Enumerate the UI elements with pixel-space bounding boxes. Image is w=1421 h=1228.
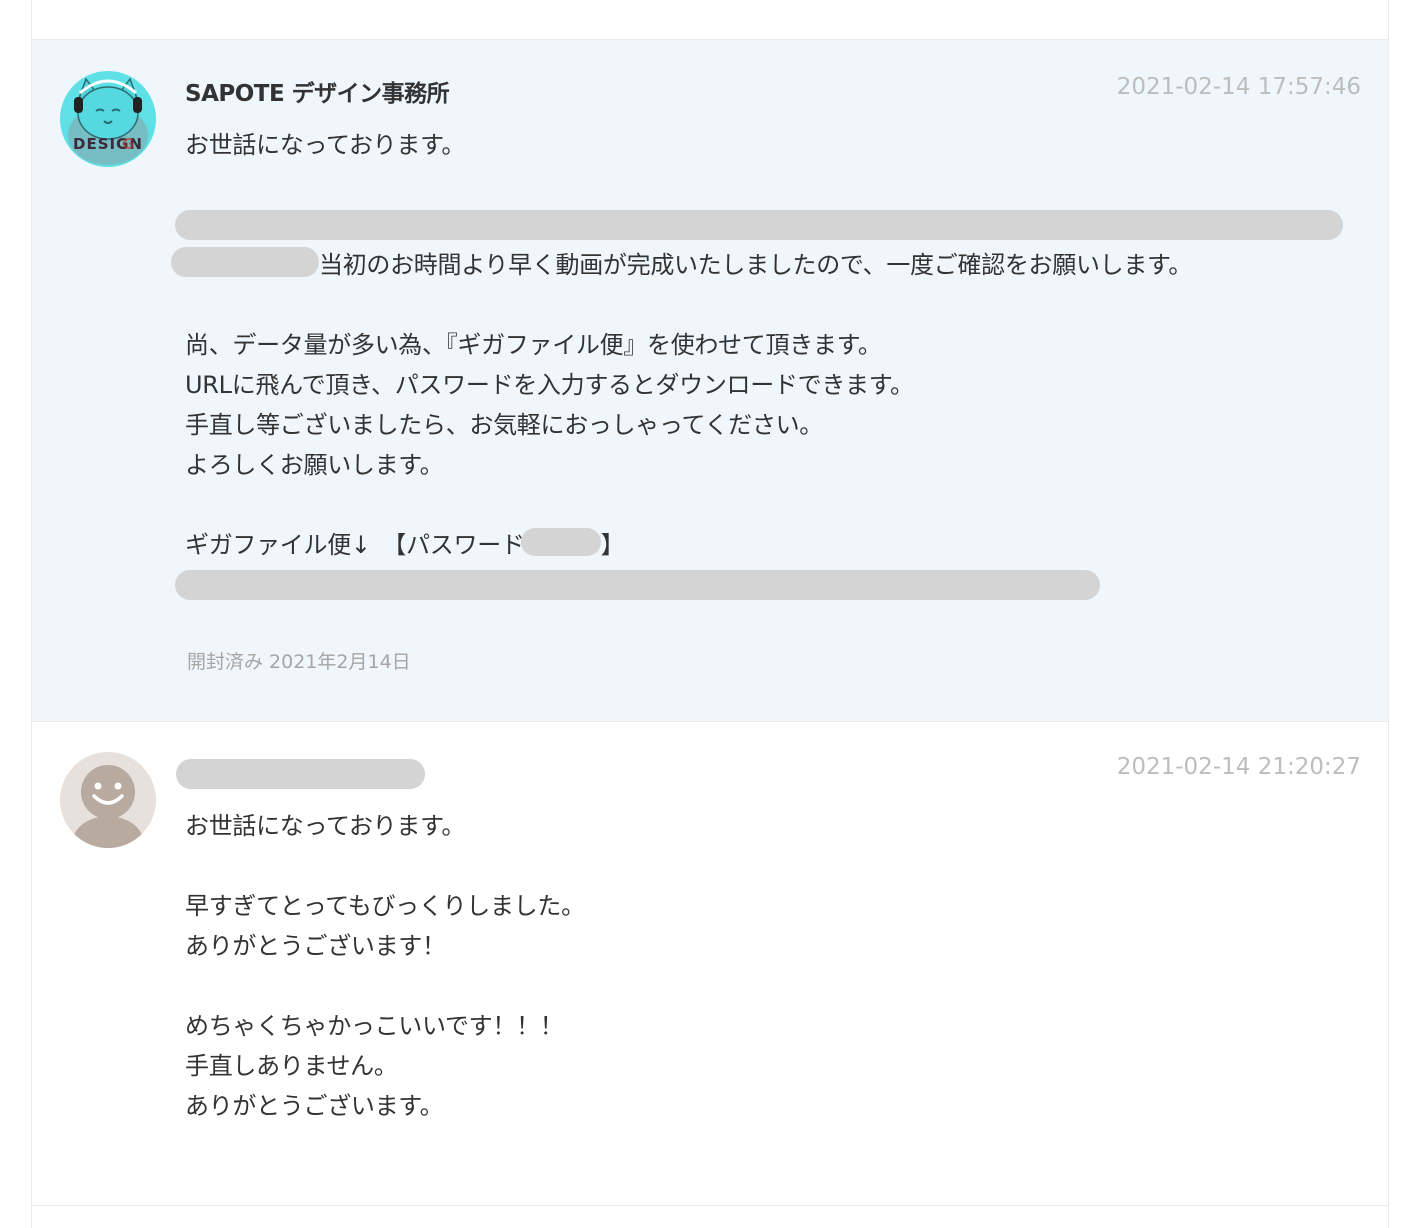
- message-body: お世話になっております。 早すぎてとってもびっくりしました。 ありがとうございま…: [185, 806, 1358, 1126]
- message-line-redacted: [175, 205, 1358, 245]
- avatar-image: DESIGN G: [60, 71, 156, 167]
- message-line: 手直しありません。: [185, 1052, 398, 1080]
- sender-name: SAPOTE デザイン事務所: [185, 81, 450, 107]
- redaction-bar: [175, 570, 1100, 600]
- message-line: ありがとうございます。: [185, 1092, 444, 1120]
- message-timestamp: 2021-02-14 21:20:27: [1116, 754, 1361, 780]
- message-line: URLに飛んで頂き、パスワードを入力するとダウンロードできます。: [185, 371, 914, 399]
- svg-text:G: G: [122, 135, 134, 153]
- message-line-text: ギガファイル便↓ 【パスワード: [185, 531, 525, 559]
- message-line: よろしくお願いします。: [185, 451, 444, 479]
- read-status: 開封済み 2021年2月14日: [187, 651, 411, 673]
- message-line: 手直し等ございましたら、お気軽におっしゃってください。: [185, 411, 823, 439]
- redaction-bar: [171, 247, 319, 277]
- message-timestamp: 2021-02-14 17:57:46: [1116, 74, 1361, 100]
- message-item: 2021-02-14 21:20:27 お世話になっております。 早すぎてとって…: [32, 721, 1388, 1206]
- message-line: お世話になっております。: [185, 131, 466, 159]
- message-line-text: 当初のお時間より早く動画が完成いたしましたので、一度ご確認をお願いします。: [319, 251, 1193, 279]
- message-link-redacted[interactable]: [175, 565, 1358, 605]
- message-line: お世話になっております。: [185, 812, 466, 840]
- message-body: お世話になっております。 当初のお時間より早く動画が完成いたしましたので、一度ご…: [171, 125, 1358, 605]
- message-thread: DESIGN G SAPOTE デザイン事務所 2021-02-14 17:57…: [31, 0, 1389, 1228]
- message-item: DESIGN G SAPOTE デザイン事務所 2021-02-14 17:57…: [32, 39, 1388, 721]
- message-line: ありがとうございます！: [185, 932, 446, 960]
- message-line: 早すぎてとってもびっくりしました。: [185, 892, 585, 920]
- message-line: めちゃくちゃかっこいいです！！！: [185, 1012, 564, 1040]
- design-cat-avatar-icon[interactable]: DESIGN G: [60, 71, 156, 167]
- message-line-text: 】: [600, 531, 625, 559]
- message-line: ギガファイル便↓ 【パスワード 】: [185, 525, 1358, 565]
- sender-name-redacted: [176, 759, 425, 789]
- message-line: 当初のお時間より早く動画が完成いたしましたので、一度ご確認をお願いします。: [171, 245, 1358, 285]
- redaction-bar: [175, 210, 1343, 240]
- password-redaction: [520, 528, 601, 556]
- avatar-image: [60, 752, 156, 848]
- message-line: 尚、データ量が多い為、『ギガファイル便』を使わせて頂きます。: [185, 331, 882, 359]
- default-user-avatar-icon[interactable]: [60, 752, 156, 848]
